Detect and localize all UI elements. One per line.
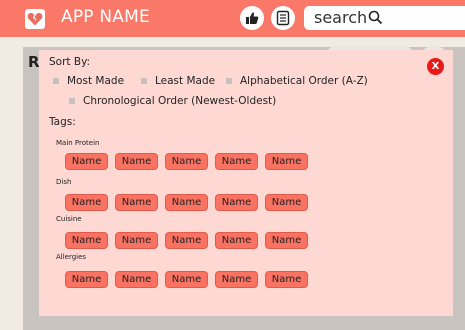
app-name: APP NAME [61, 7, 150, 27]
sort-option-label: Least Made [155, 75, 216, 87]
tag-chip[interactable]: Name [65, 271, 108, 288]
search-input[interactable]: search [304, 6, 465, 30]
tag-chip[interactable]: Name [265, 232, 308, 249]
radio-square-icon [226, 78, 232, 84]
sort-option-alphabetical[interactable]: Alphabetical Order (A-Z) [226, 75, 368, 87]
radio-square-icon [141, 78, 147, 84]
tag-group-label: Main Protein [56, 139, 100, 147]
search-placeholder: search [314, 8, 368, 27]
sort-by-label: Sort By: [49, 56, 91, 68]
tag-chip[interactable]: Name [215, 153, 258, 170]
tag-chip[interactable]: Name [115, 153, 158, 170]
sort-option-label: Most Made [67, 75, 125, 87]
filter-modal: X Sort By: Most Made Least Made Alphabet… [39, 50, 453, 316]
tag-chip[interactable]: Name [265, 194, 308, 211]
tag-row-allergies: Name Name Name Name Name [65, 271, 308, 288]
tag-group-label: Dish [56, 178, 72, 186]
tag-chip[interactable]: Name [115, 194, 158, 211]
thumbs-up-icon[interactable] [240, 6, 264, 30]
tag-group-label: Allergies [56, 253, 87, 261]
tag-chip[interactable]: Name [165, 232, 208, 249]
broken-heart-logo-icon [25, 9, 45, 29]
tag-row-main-protein: Name Name Name Name Name [65, 153, 308, 170]
app-header: APP NAME search [0, 0, 465, 37]
sort-option-label: Chronological Order (Newest-Oldest) [83, 95, 277, 107]
page-heading: R [28, 53, 40, 71]
search-icon[interactable] [368, 10, 383, 29]
list-icon[interactable] [271, 6, 295, 30]
tag-chip[interactable]: Name [65, 194, 108, 211]
tag-chip[interactable]: Name [265, 153, 308, 170]
tag-chip[interactable]: Name [265, 271, 308, 288]
radio-square-icon [53, 78, 59, 84]
close-button[interactable]: X [427, 58, 444, 75]
sort-option-label: Alphabetical Order (A-Z) [240, 75, 368, 87]
tag-row-cuisine: Name Name Name Name Name [65, 232, 308, 249]
sort-option-least-made[interactable]: Least Made [141, 75, 215, 87]
tag-row-dish: Name Name Name Name Name [65, 194, 308, 211]
sort-option-most-made[interactable]: Most Made [53, 75, 124, 87]
sort-option-chronological[interactable]: Chronological Order (Newest-Oldest) [69, 95, 276, 107]
tag-chip[interactable]: Name [115, 232, 158, 249]
tag-chip[interactable]: Name [165, 153, 208, 170]
tag-chip[interactable]: Name [65, 153, 108, 170]
tag-chip[interactable]: Name [165, 271, 208, 288]
tag-chip[interactable]: Name [65, 232, 108, 249]
tag-chip[interactable]: Name [215, 194, 258, 211]
radio-square-icon [69, 98, 75, 104]
tag-chip[interactable]: Name [115, 271, 158, 288]
tag-chip[interactable]: Name [215, 271, 258, 288]
tag-chip[interactable]: Name [215, 232, 258, 249]
tag-chip[interactable]: Name [165, 194, 208, 211]
tags-label: Tags: [49, 116, 76, 128]
tag-group-label: Cuisine [56, 215, 82, 223]
